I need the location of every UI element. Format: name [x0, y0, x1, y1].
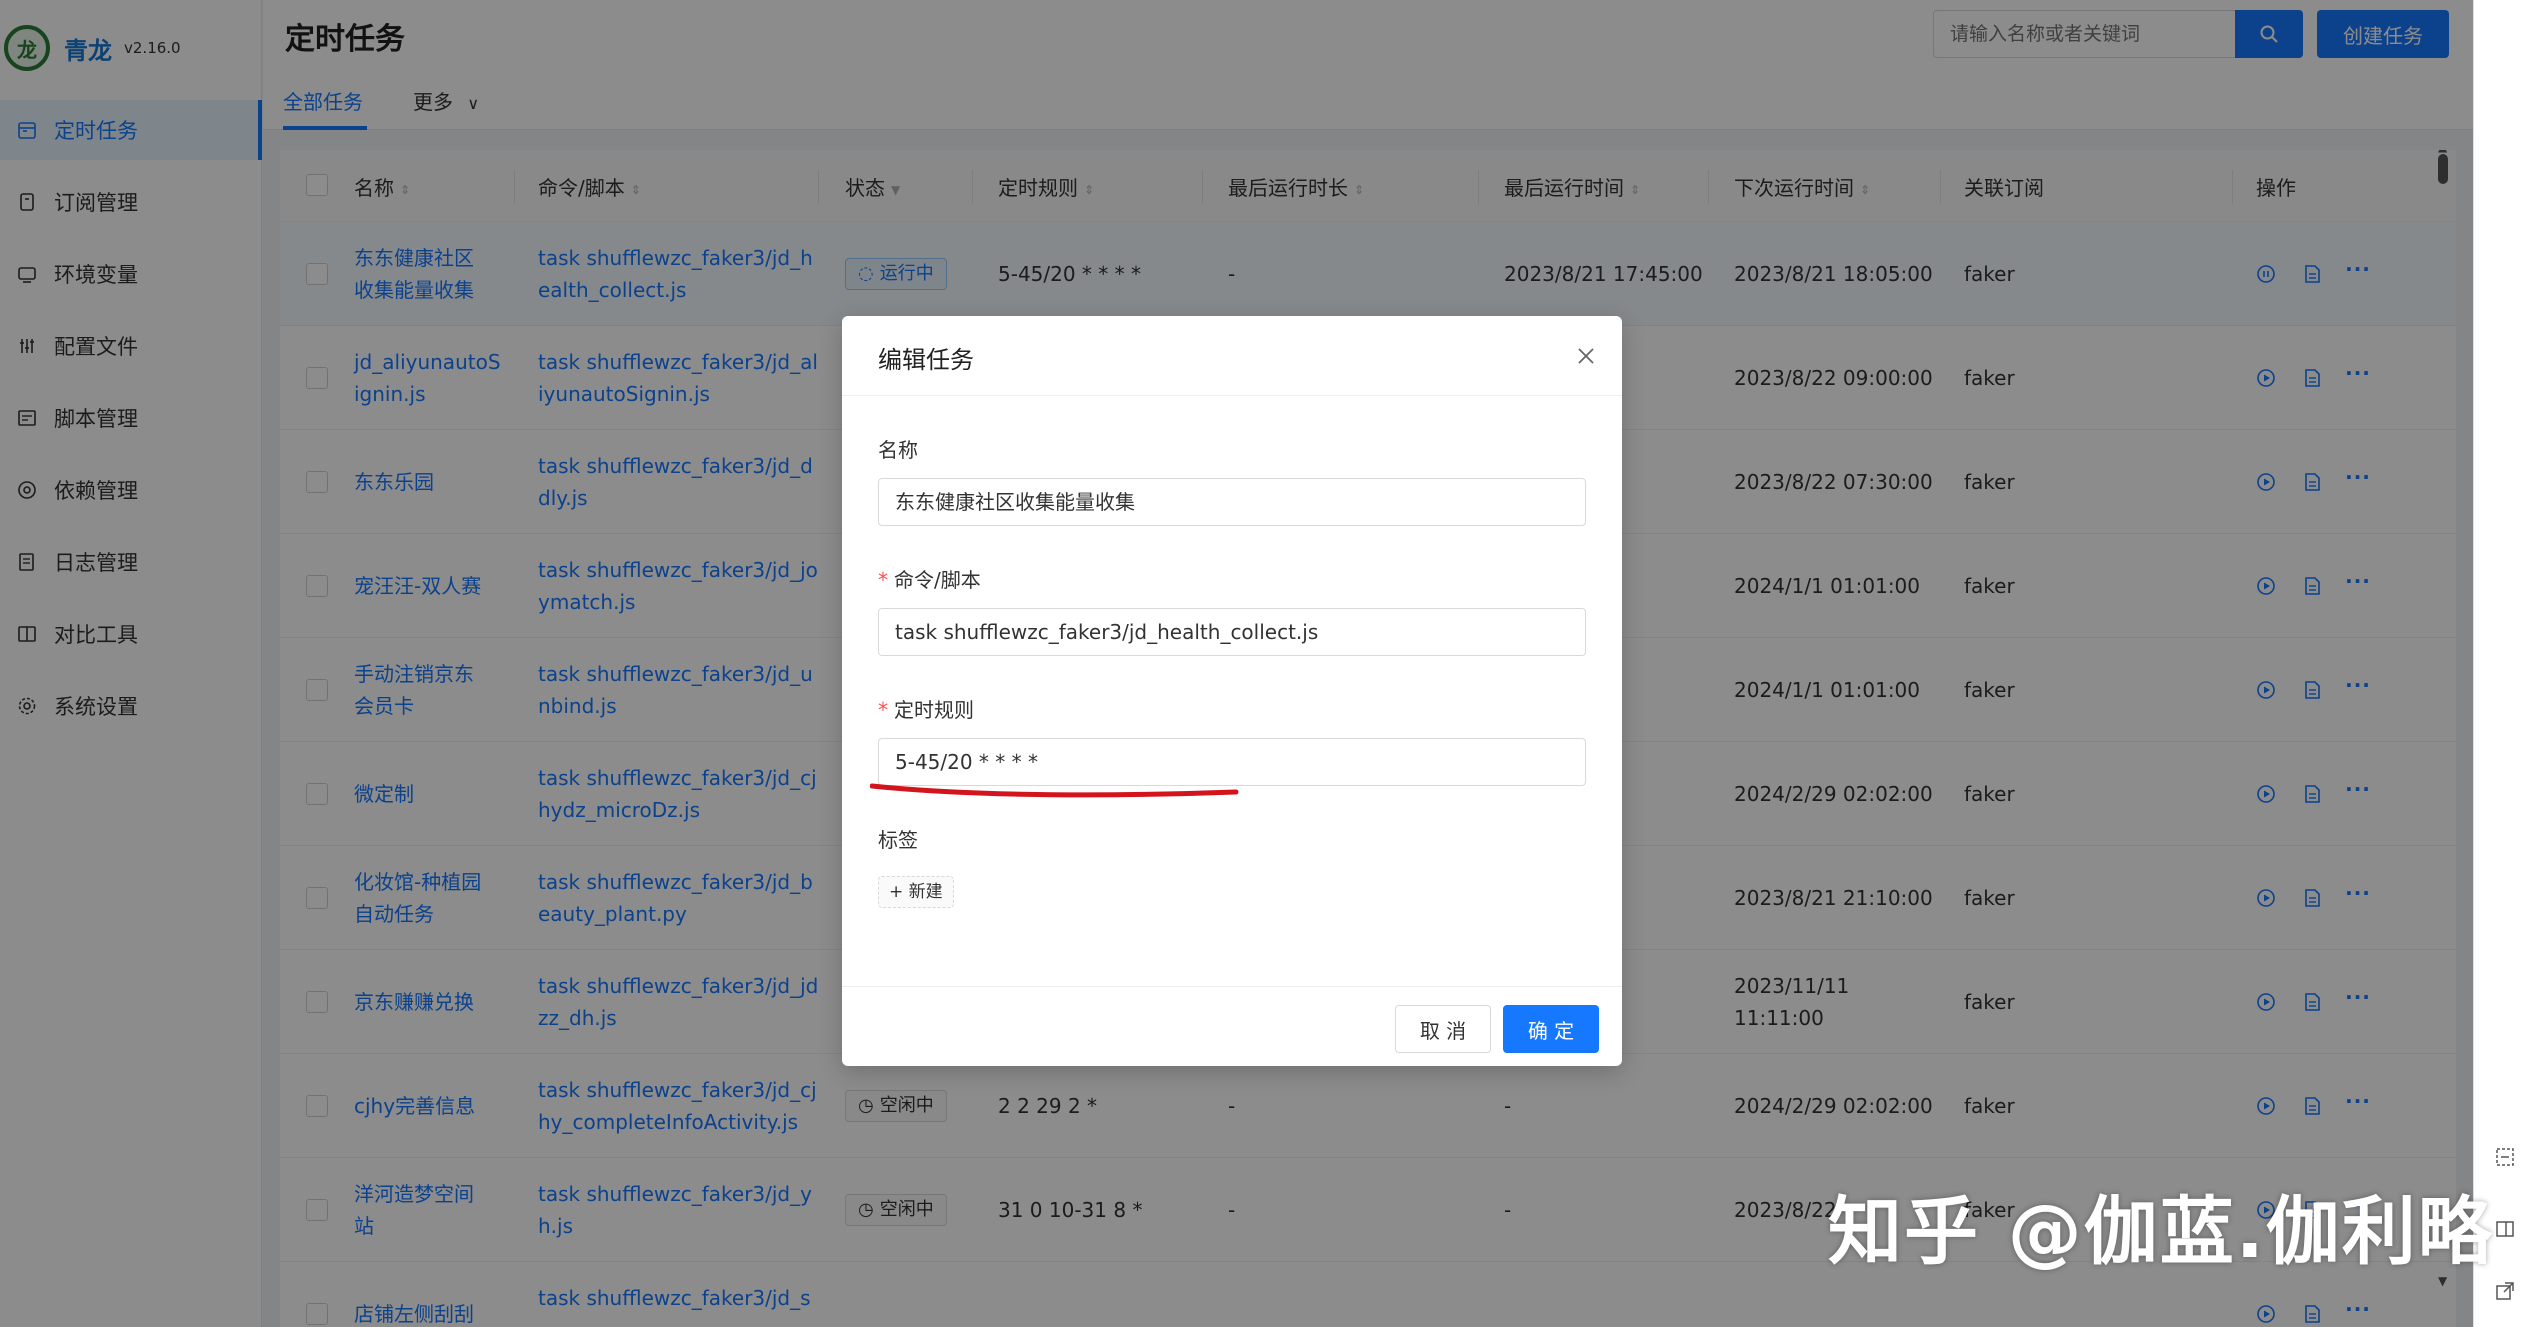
browser-side-strip [2473, 0, 2536, 1327]
command-label: * 命令/脚本 [878, 568, 981, 592]
screenshot-icon[interactable] [2492, 1144, 2518, 1170]
required-mark: * [878, 568, 888, 592]
tags-label: 标签 [878, 828, 918, 852]
modal-footer: 取 消 确 定 [842, 986, 1622, 1066]
required-mark: * [878, 698, 888, 722]
modal-header: 编辑任务 [842, 316, 1622, 396]
schedule-field[interactable]: 5-45/20 * * * * [878, 738, 1586, 786]
name-label: 名称 [878, 438, 918, 462]
close-icon[interactable] [1572, 342, 1600, 370]
name-field[interactable]: 东东健康社区收集能量收集 [878, 478, 1586, 526]
external-link-icon[interactable] [2492, 1278, 2518, 1304]
command-field[interactable]: task shufflewzc_faker3/jd_health_collect… [878, 608, 1586, 656]
modal-title: 编辑任务 [878, 346, 974, 374]
red-underline-annotation [870, 783, 1239, 798]
schedule-label: * 定时规则 [878, 698, 974, 722]
new-tag-button[interactable]: + 新建 [878, 876, 954, 908]
cancel-button[interactable]: 取 消 [1395, 1005, 1491, 1053]
split-view-icon[interactable] [2492, 1216, 2518, 1242]
ok-button[interactable]: 确 定 [1503, 1005, 1599, 1053]
watermark: 知乎 @伽蓝.伽利略 [1828, 1189, 2494, 1275]
edit-task-modal: 编辑任务 名称 东东健康社区收集能量收集 * 命令/脚本 task shuffle… [842, 316, 1622, 1066]
